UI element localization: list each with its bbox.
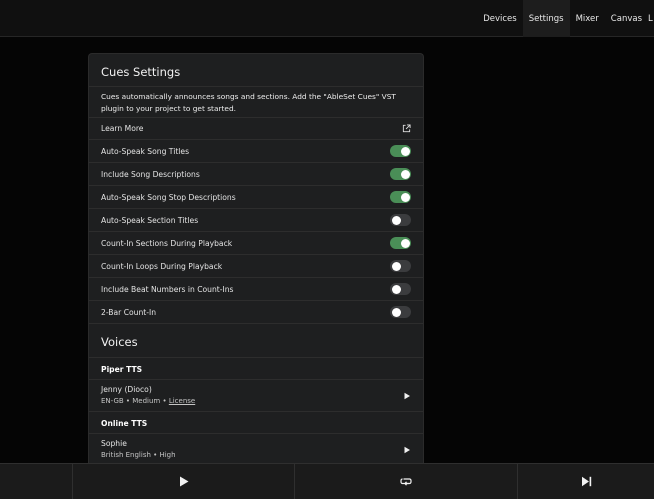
play-button[interactable] xyxy=(73,464,295,499)
learn-more-link[interactable]: Learn More xyxy=(89,118,423,140)
auto-speak-song-stop-descriptions-toggle[interactable] xyxy=(390,191,411,203)
toggle-knob xyxy=(400,169,410,179)
toggle-knob xyxy=(391,284,401,294)
toggle-knob xyxy=(400,146,410,156)
transport-spacer-left xyxy=(0,464,73,499)
loop-icon xyxy=(400,478,412,486)
setting-label: 2-Bar Count-In xyxy=(101,307,157,317)
nav-tab-canvas[interactable]: Canvas xyxy=(605,0,648,37)
voice-meta: EN-GB • Medium • License xyxy=(101,396,195,407)
voice-item-jenny[interactable]: Jenny (Dioco) EN-GB • Medium • License xyxy=(89,380,423,412)
setting-row-count-in-loops: Count-In Loops During Playback xyxy=(89,255,423,278)
count-in-sections-toggle[interactable] xyxy=(390,237,411,249)
license-link[interactable]: License xyxy=(169,397,195,405)
setting-label: Count-In Sections During Playback xyxy=(101,238,233,248)
voice-info: Jenny (Dioco) EN-GB • Medium • License xyxy=(101,384,195,407)
nav-tab-mixer[interactable]: Mixer xyxy=(570,0,605,37)
voice-group-online-tts: Online TTS xyxy=(89,412,423,434)
toggle-knob xyxy=(391,307,401,317)
setting-label: Auto-Speak Song Stop Descriptions xyxy=(101,192,236,202)
skip-next-button[interactable] xyxy=(518,464,654,499)
play-icon[interactable] xyxy=(403,392,411,400)
voice-meta-text: EN-GB • Medium • xyxy=(101,397,169,405)
include-song-descriptions-toggle[interactable] xyxy=(390,168,411,180)
setting-row-two-bar-count-in: 2-Bar Count-In xyxy=(89,301,423,324)
transport-bar xyxy=(0,463,654,499)
nav-tab-truncated[interactable]: L xyxy=(648,0,654,37)
loop-button[interactable] xyxy=(295,464,518,499)
cues-description: Cues automatically announces songs and s… xyxy=(89,87,423,118)
toggle-knob xyxy=(400,238,410,248)
setting-row-include-beat-numbers: Include Beat Numbers in Count-Ins xyxy=(89,278,423,301)
cues-settings-panel: Cues Settings Cues automatically announc… xyxy=(88,53,424,463)
voice-item-sophie[interactable]: Sophie British English • High xyxy=(89,434,423,463)
nav-tabs: Devices Settings Mixer Canvas L xyxy=(477,0,654,37)
setting-label: Count-In Loops During Playback xyxy=(101,261,223,271)
toggle-knob xyxy=(391,215,401,225)
setting-label: Auto-Speak Song Titles xyxy=(101,146,190,156)
learn-more-label: Learn More xyxy=(101,124,144,133)
setting-row-auto-speak-song-stop-descriptions: Auto-Speak Song Stop Descriptions xyxy=(89,186,423,209)
toggle-knob xyxy=(391,261,401,271)
toggle-knob xyxy=(400,192,410,202)
voices-title: Voices xyxy=(89,332,423,358)
voice-meta-text: British English • High xyxy=(101,451,176,459)
play-icon[interactable] xyxy=(403,446,411,454)
voice-info: Sophie British English • High xyxy=(101,438,176,461)
setting-label: Include Song Descriptions xyxy=(101,169,200,179)
auto-speak-section-titles-toggle[interactable] xyxy=(390,214,411,226)
setting-row-include-song-descriptions: Include Song Descriptions xyxy=(89,163,423,186)
cues-settings-title: Cues Settings xyxy=(89,54,423,87)
voice-name: Jenny (Dioco) xyxy=(101,385,152,394)
two-bar-count-in-toggle[interactable] xyxy=(390,306,411,318)
voice-group-piper-tts: Piper TTS xyxy=(89,358,423,380)
setting-label: Include Beat Numbers in Count-Ins xyxy=(101,284,234,294)
play-icon xyxy=(179,476,188,487)
nav-tab-settings[interactable]: Settings xyxy=(522,0,570,37)
include-beat-numbers-toggle[interactable] xyxy=(390,283,411,295)
voice-name: Sophie xyxy=(101,439,127,448)
skip-next-icon xyxy=(581,476,591,487)
setting-row-auto-speak-section-titles: Auto-Speak Section Titles xyxy=(89,209,423,232)
setting-row-auto-speak-song-titles: Auto-Speak Song Titles xyxy=(89,140,423,163)
auto-speak-song-titles-toggle[interactable] xyxy=(390,145,411,157)
count-in-loops-toggle[interactable] xyxy=(390,260,411,272)
top-navigation-bar: Devices Settings Mixer Canvas L xyxy=(0,0,654,37)
setting-label: Auto-Speak Section Titles xyxy=(101,215,199,225)
voice-meta: British English • High xyxy=(101,450,176,461)
nav-tab-devices[interactable]: Devices xyxy=(477,0,523,37)
external-link-icon xyxy=(402,124,411,133)
setting-row-count-in-sections: Count-In Sections During Playback xyxy=(89,232,423,255)
